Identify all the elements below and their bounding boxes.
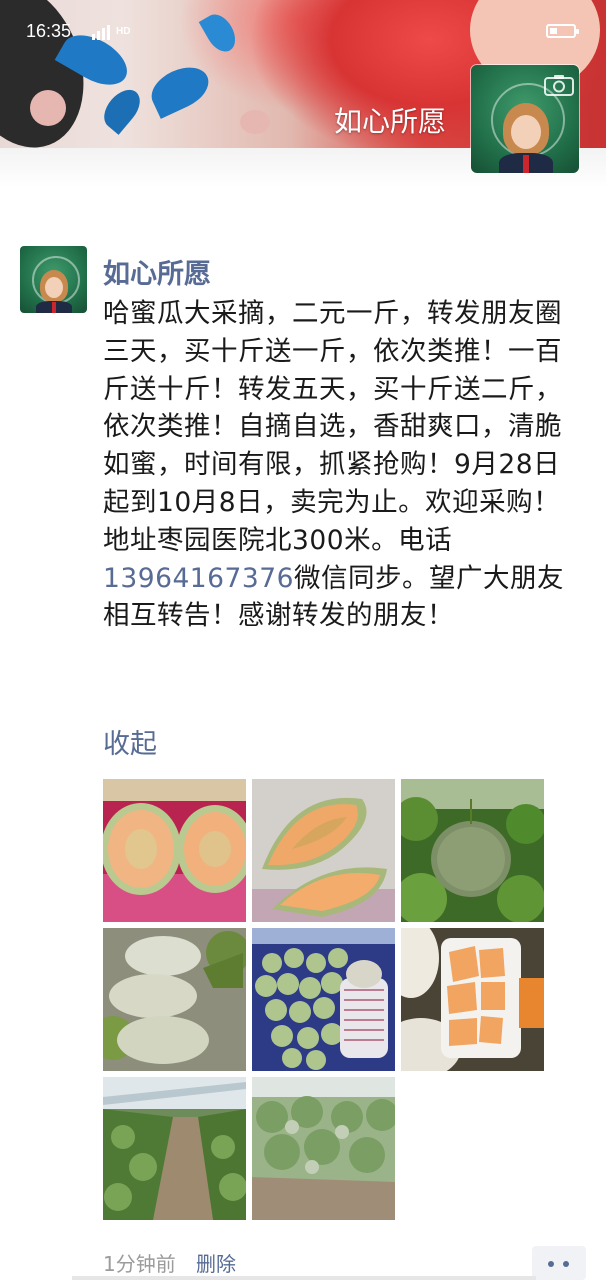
post-text-part: 哈蜜瓜大采摘，二元一斤，转发朋友圈三天，买十斤送一斤，依次类推！一百斤送十斤！转… [103, 298, 562, 556]
post-photo[interactable] [252, 928, 395, 1071]
post-photo[interactable] [401, 779, 544, 922]
post-photo[interactable] [252, 779, 395, 922]
post-author-name[interactable]: 如心所愿 [103, 252, 211, 291]
more-icon[interactable] [532, 1246, 586, 1280]
profile-name: 如心所愿 [334, 105, 447, 138]
bottom-separator [72, 1276, 536, 1280]
post-timestamp: 1分钟前 [103, 1252, 176, 1276]
post-photo[interactable] [103, 779, 246, 922]
cover-decoration [240, 110, 270, 134]
network-label: HD [116, 26, 131, 37]
cover-decoration [144, 59, 216, 119]
camera-icon[interactable] [544, 74, 574, 96]
phone-link[interactable]: 13964167376 [103, 563, 294, 594]
post-photo[interactable] [252, 1077, 395, 1220]
post-photo[interactable] [401, 928, 544, 1071]
post-author-avatar[interactable] [20, 246, 87, 313]
cover-decoration [30, 90, 66, 126]
status-time: 16:35 [26, 21, 72, 41]
avatar-decoration [45, 277, 63, 298]
collapse-link[interactable]: 收起 [103, 722, 157, 761]
post-photo[interactable] [103, 928, 246, 1071]
post-photo[interactable] [103, 1077, 246, 1220]
avatar-decoration [52, 302, 56, 313]
post-text: 哈蜜瓜大采摘，二元一斤，转发朋友圈三天，买十斤送一斤，依次类推！一百斤送十斤！转… [103, 295, 573, 635]
avatar-decoration [511, 115, 541, 149]
delete-button[interactable]: 删除 [196, 1248, 236, 1277]
avatar-decoration [523, 155, 529, 173]
battery-icon [546, 24, 579, 38]
cover-decoration [97, 83, 147, 135]
status-bar: 16:35 HD [0, 0, 606, 60]
